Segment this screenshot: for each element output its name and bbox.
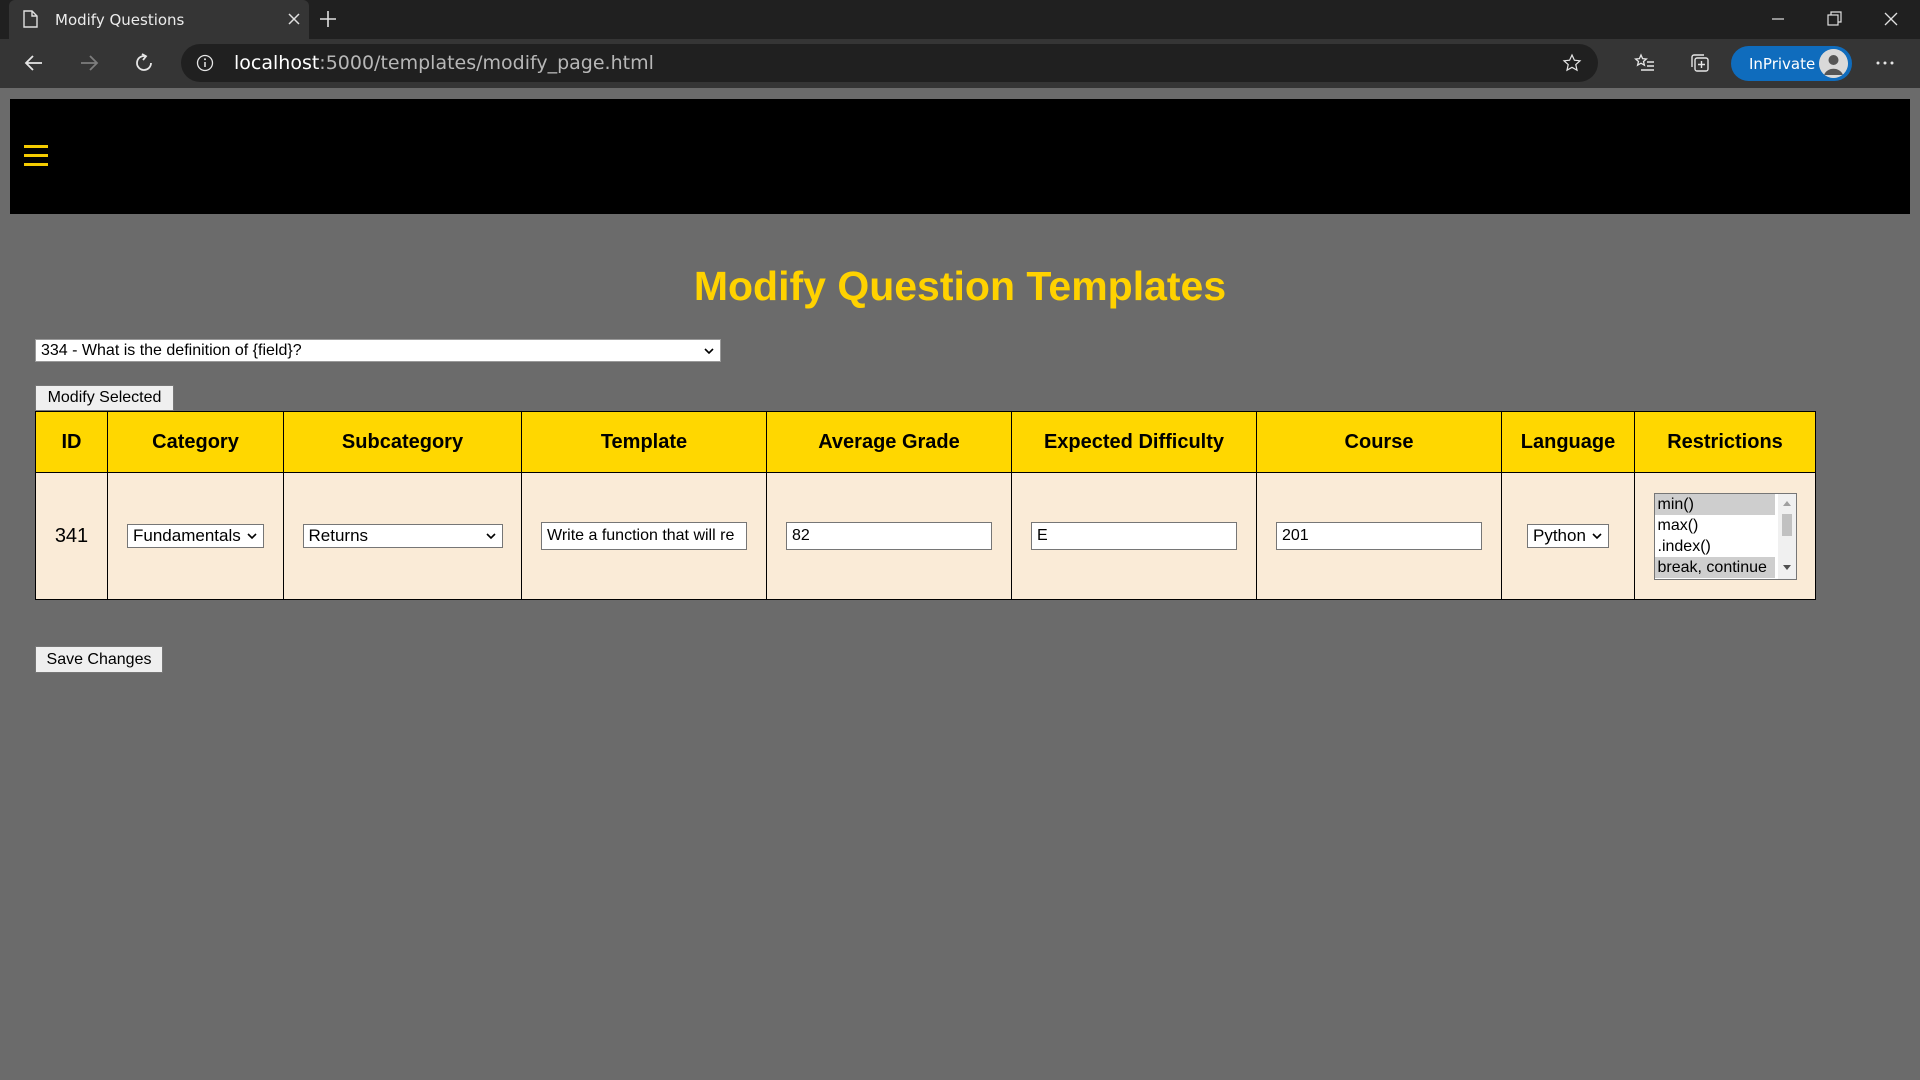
cell-template: Write a function that will re bbox=[521, 472, 767, 600]
listbox-scrollbar[interactable] bbox=[1777, 493, 1796, 579]
address-bar[interactable]: localhost:5000/templates/modify_page.htm… bbox=[181, 44, 1598, 82]
url-host: localhost bbox=[234, 52, 320, 74]
subcategory-select-value: Returns bbox=[308, 526, 369, 545]
language-select-value: Python bbox=[1533, 526, 1586, 545]
cell-restrictions: min() max() .index() break, continue bbox=[1634, 472, 1816, 600]
template-input[interactable]: Write a function that will re bbox=[541, 522, 747, 550]
info-icon[interactable] bbox=[196, 54, 214, 72]
restriction-option[interactable]: min() bbox=[1654, 493, 1775, 515]
page-icon bbox=[23, 10, 38, 28]
average-grade-input[interactable]: 82 bbox=[786, 522, 992, 550]
cell-language: Python bbox=[1501, 472, 1635, 600]
favorite-star-icon[interactable] bbox=[1562, 53, 1582, 73]
back-arrow-icon[interactable] bbox=[22, 51, 46, 75]
header-id: ID bbox=[35, 411, 108, 473]
browser-tab[interactable]: Modify Questions bbox=[9, 0, 309, 39]
site-header bbox=[10, 99, 1910, 214]
cell-category: Fundamentals bbox=[107, 472, 284, 600]
inprivate-badge[interactable]: InPrivate bbox=[1731, 46, 1852, 81]
restriction-option[interactable]: break, continue bbox=[1654, 556, 1775, 578]
cell-average-grade: 82 bbox=[766, 472, 1012, 600]
forward-arrow-icon[interactable] bbox=[77, 51, 101, 75]
page-title: Modify Question Templates bbox=[693, 263, 1227, 309]
header-language: Language bbox=[1501, 411, 1635, 473]
modify-selected-button[interactable]: Modify Selected bbox=[35, 385, 174, 411]
expected-difficulty-input[interactable]: E bbox=[1031, 522, 1237, 550]
inprivate-label: InPrivate bbox=[1749, 55, 1816, 73]
restrictions-listbox[interactable]: min() max() .index() break, continue bbox=[1653, 492, 1797, 580]
table-header-row: ID Category Subcategory Template Average… bbox=[35, 411, 1816, 473]
favorites-list-icon[interactable] bbox=[1633, 51, 1657, 75]
restriction-option[interactable]: .index() bbox=[1655, 536, 1775, 557]
template-select-value: 334 - What is the definition of {field}? bbox=[41, 342, 302, 359]
browser-toolbar: localhost:5000/templates/modify_page.htm… bbox=[0, 39, 1920, 88]
more-options-icon[interactable] bbox=[1873, 51, 1897, 75]
refresh-icon[interactable] bbox=[132, 51, 156, 75]
scroll-up-icon[interactable] bbox=[1782, 500, 1791, 506]
category-select-value: Fundamentals bbox=[133, 526, 241, 545]
hamburger-icon[interactable] bbox=[24, 145, 48, 167]
chevron-down-icon bbox=[485, 533, 496, 540]
cell-subcategory: Returns bbox=[283, 472, 522, 600]
scroll-down-icon[interactable] bbox=[1782, 564, 1791, 571]
minimize-icon[interactable] bbox=[1768, 9, 1788, 29]
restriction-option[interactable]: max() bbox=[1655, 515, 1775, 536]
tab-title: Modify Questions bbox=[55, 11, 185, 29]
subcategory-select[interactable]: Returns bbox=[302, 524, 503, 548]
course-input[interactable]: 201 bbox=[1276, 522, 1482, 550]
cell-id: 341 bbox=[35, 472, 108, 600]
close-tab-icon[interactable] bbox=[286, 11, 302, 27]
header-subcategory: Subcategory bbox=[283, 411, 522, 473]
avatar bbox=[1819, 49, 1848, 78]
header-template: Template bbox=[521, 411, 767, 473]
header-category: Category bbox=[107, 411, 284, 473]
browser-tab-bar: Modify Questions bbox=[0, 0, 1920, 39]
new-tab-icon[interactable] bbox=[318, 9, 338, 29]
url-text: localhost:5000/templates/modify_page.htm… bbox=[234, 52, 654, 74]
chevron-down-icon bbox=[247, 533, 257, 540]
template-select[interactable]: 334 - What is the definition of {field}? bbox=[35, 339, 721, 362]
close-window-icon[interactable] bbox=[1881, 9, 1901, 29]
restore-icon[interactable] bbox=[1824, 9, 1844, 29]
language-select[interactable]: Python bbox=[1527, 524, 1609, 548]
chevron-down-icon bbox=[1592, 533, 1602, 540]
header-average-grade: Average Grade bbox=[766, 411, 1012, 473]
table-row: 341 Fundamentals Returns Write a functio… bbox=[35, 472, 1816, 600]
header-expected-difficulty: Expected Difficulty bbox=[1011, 411, 1257, 473]
chevron-down-icon bbox=[704, 348, 714, 355]
header-restrictions: Restrictions bbox=[1634, 411, 1816, 473]
scrollbar-thumb[interactable] bbox=[1781, 513, 1792, 536]
cell-expected-difficulty: E bbox=[1011, 472, 1257, 600]
collections-icon[interactable] bbox=[1688, 51, 1712, 75]
templates-table: ID Category Subcategory Template Average… bbox=[35, 411, 1816, 600]
save-changes-button[interactable]: Save Changes bbox=[35, 646, 163, 673]
header-course: Course bbox=[1256, 411, 1502, 473]
url-path: :5000/templates/modify_page.html bbox=[319, 52, 654, 74]
profile-icon bbox=[1819, 49, 1848, 78]
category-select[interactable]: Fundamentals bbox=[127, 524, 264, 548]
cell-course: 201 bbox=[1256, 472, 1502, 600]
